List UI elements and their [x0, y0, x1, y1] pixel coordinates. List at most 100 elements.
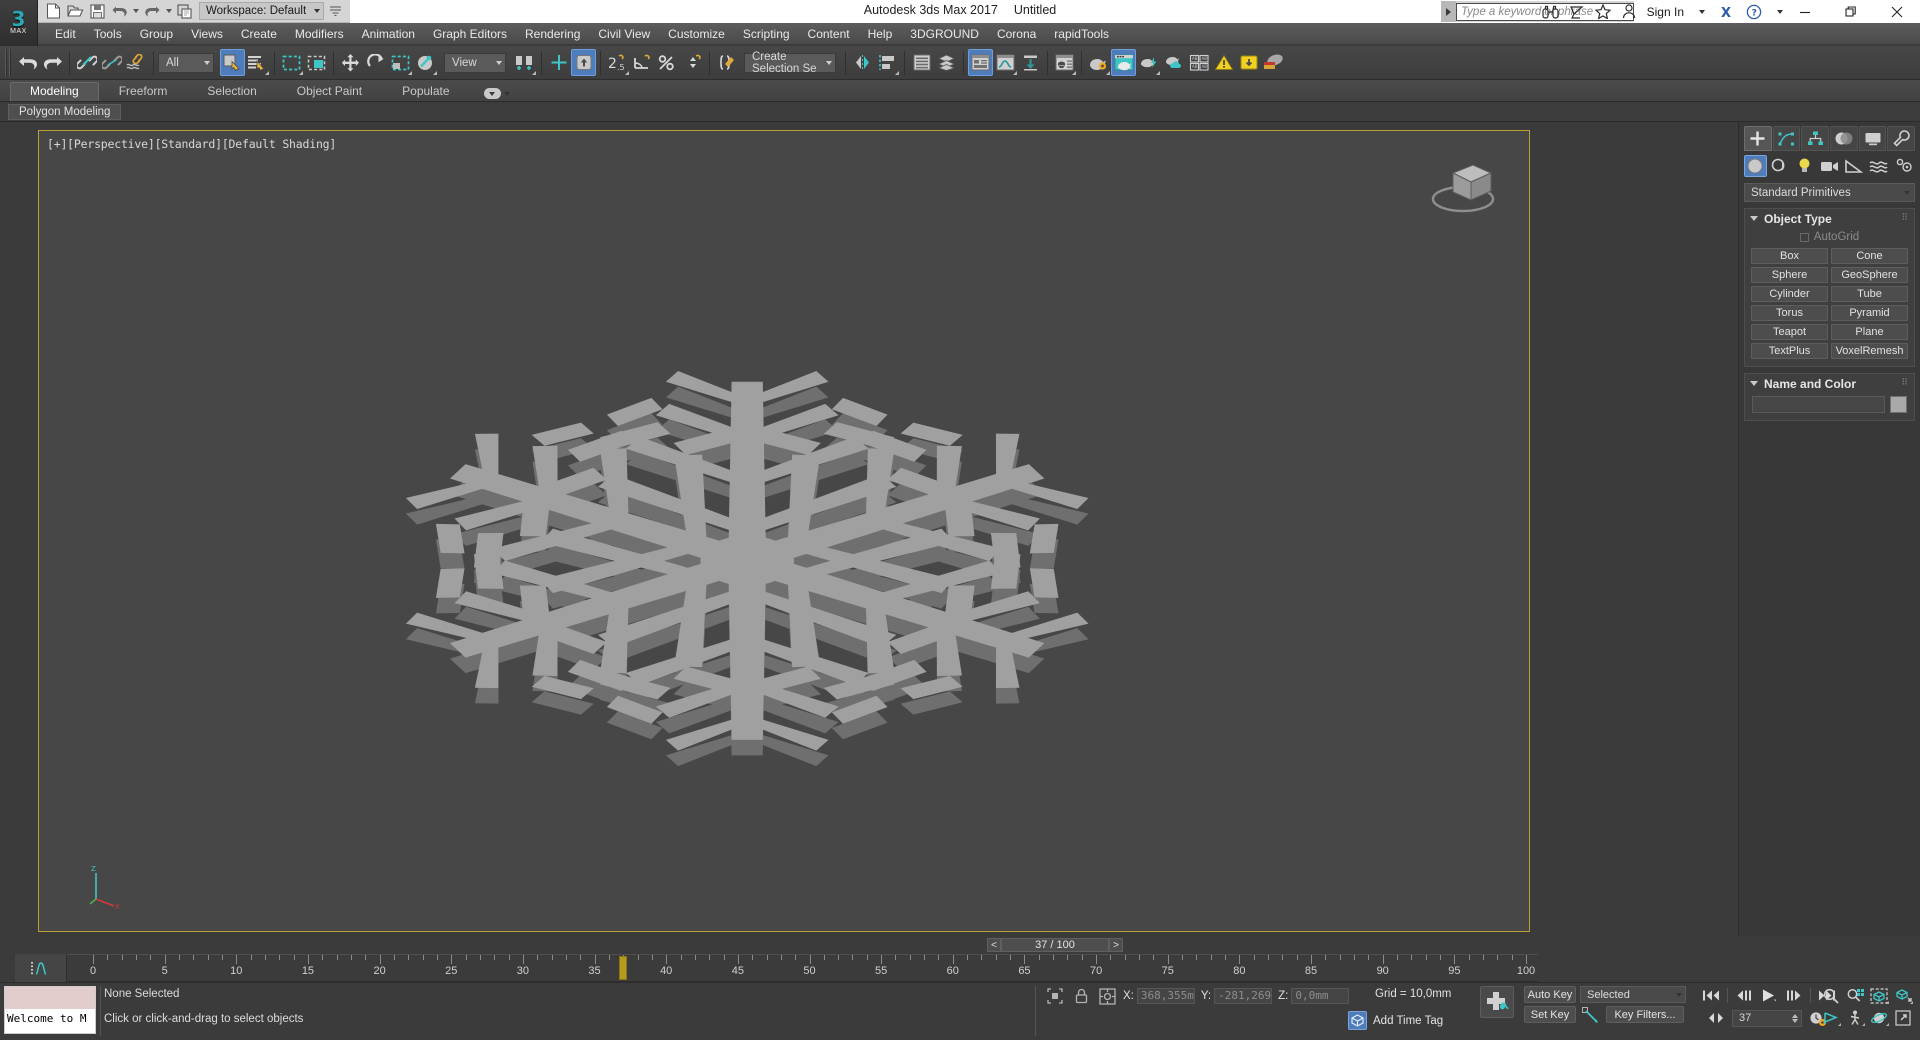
- walk-through-icon[interactable]: [1844, 1009, 1866, 1027]
- align-button[interactable]: [875, 49, 900, 76]
- create-textplus-button[interactable]: TextPlus: [1751, 343, 1828, 359]
- qat-overflow-icon[interactable]: [324, 1, 346, 21]
- save-file-icon[interactable]: [86, 1, 108, 21]
- menu-customize[interactable]: Customize: [659, 25, 734, 43]
- exchange-app-icon[interactable]: X: [1716, 1, 1740, 22]
- rectangular-selection-region-button[interactable]: [279, 49, 304, 76]
- coord-z-field[interactable]: Z: 0,0mm: [1278, 988, 1350, 1004]
- geometry-category-button[interactable]: [1744, 155, 1767, 177]
- percent-snap-toggle-button[interactable]: [655, 49, 680, 76]
- select-and-place-button[interactable]: [413, 49, 438, 76]
- select-and-rotate-button[interactable]: [363, 49, 388, 76]
- selection-filter-combo[interactable]: All: [158, 52, 214, 73]
- satellite-dish-icon[interactable]: [1565, 1, 1589, 22]
- snap-toggle-25-button[interactable]: 2.5: [605, 49, 630, 76]
- material-editor-button[interactable]: [1052, 49, 1077, 76]
- menu-views[interactable]: Views: [182, 25, 232, 43]
- tab-motion[interactable]: [1830, 126, 1858, 151]
- field-of-view-icon[interactable]: [1820, 1009, 1842, 1027]
- create-sphere-button[interactable]: Sphere: [1751, 267, 1828, 283]
- object-name-input[interactable]: [1752, 396, 1885, 413]
- render-in-cloud-button[interactable]: [1161, 49, 1186, 76]
- menu-animation[interactable]: Animation: [353, 25, 424, 43]
- time-tag-icon[interactable]: [1348, 1011, 1367, 1030]
- schematic-view-button[interactable]: [1018, 49, 1043, 76]
- lights-category-button[interactable]: [1794, 155, 1817, 177]
- render-production-button[interactable]: [1136, 49, 1161, 76]
- listener-output-pane[interactable]: [5, 987, 95, 1009]
- create-geosphere-button[interactable]: GeoSphere: [1831, 267, 1908, 283]
- coord-x-value[interactable]: 368,355mm: [1136, 988, 1195, 1004]
- open-mini-curve-editor-button[interactable]: [15, 954, 67, 982]
- redo-dropdown-icon[interactable]: [163, 1, 174, 21]
- curve-editor-button[interactable]: [993, 49, 1018, 76]
- space-warps-category-button[interactable]: [1868, 155, 1891, 177]
- view-cube[interactable]: [1427, 149, 1507, 219]
- new-file-icon[interactable]: [42, 1, 64, 21]
- selection-lock-toggle-icon[interactable]: [1071, 987, 1091, 1005]
- zoom-extents-all-icon[interactable]: [1892, 987, 1914, 1005]
- application-menu-button[interactable]: 3 MAX: [0, 0, 38, 46]
- play-animation-button[interactable]: [1758, 987, 1780, 1004]
- create-box-button[interactable]: Box: [1751, 248, 1828, 264]
- orbit-icon[interactable]: [1868, 1009, 1890, 1027]
- auto-key-button[interactable]: Auto Key: [1524, 986, 1576, 1003]
- rollout-name-and-color-header[interactable]: Name and Color ⠿: [1745, 374, 1914, 393]
- menu-corona[interactable]: Corona: [988, 25, 1045, 43]
- menu-group[interactable]: Group: [131, 25, 182, 43]
- set-keys-button[interactable]: [1480, 986, 1514, 1018]
- star-favorite-icon[interactable]: [1591, 1, 1615, 22]
- unlink-selection-button[interactable]: [99, 49, 124, 76]
- workspace-selector[interactable]: Workspace: Default: [199, 2, 325, 20]
- select-object-button[interactable]: [220, 49, 245, 76]
- cameras-category-button[interactable]: [1818, 155, 1841, 177]
- frame-ruler[interactable]: 0 5 10 15 20 25 30 35 40 45 50 55 60 65 70 75 80 85 90 95 10…: [67, 954, 1538, 982]
- current-frame-input[interactable]: 37: [1732, 1009, 1802, 1027]
- go-to-start-button[interactable]: [1700, 987, 1722, 1004]
- coord-y-field[interactable]: Y: -281,269mm: [1201, 988, 1273, 1004]
- sign-in-dropdown-icon[interactable]: [1690, 1, 1714, 22]
- menu-tools[interactable]: Tools: [85, 25, 131, 43]
- menu-modifiers[interactable]: Modifiers: [286, 25, 353, 43]
- ribbon-tab-freeform[interactable]: Freeform: [99, 82, 188, 101]
- time-slider-handle[interactable]: 37 / 100: [1001, 938, 1109, 952]
- redo-icon[interactable]: [141, 1, 163, 21]
- create-tube-button[interactable]: Tube: [1831, 286, 1908, 302]
- zoom-extents-icon[interactable]: [1868, 987, 1890, 1005]
- spinner-snap-toggle-button[interactable]: [680, 49, 705, 76]
- perspective-viewport[interactable]: [+][Perspective][Standard][Default Shadi…: [38, 130, 1530, 932]
- coord-x-field[interactable]: X: 368,355mm: [1123, 988, 1195, 1004]
- render-setup-button[interactable]: [1086, 49, 1111, 76]
- systems-category-button[interactable]: [1892, 155, 1915, 177]
- create-plane-button[interactable]: Plane: [1831, 324, 1908, 340]
- menu-edit[interactable]: Edit: [46, 25, 85, 43]
- menu-rendering[interactable]: Rendering: [516, 25, 589, 43]
- key-filters-button[interactable]: Key Filters...: [1606, 1006, 1684, 1023]
- use-pivot-center-button[interactable]: [512, 49, 537, 76]
- ribbon-tab-object-paint[interactable]: Object Paint: [277, 82, 382, 101]
- undo-dropdown-icon[interactable]: [130, 1, 141, 21]
- binoculars-icon[interactable]: [1539, 1, 1563, 22]
- coord-z-value[interactable]: 0,0mm: [1291, 988, 1350, 1004]
- tab-display[interactable]: [1858, 126, 1887, 151]
- tab-utilities[interactable]: [1887, 126, 1916, 151]
- ribbon-tab-populate[interactable]: Populate: [382, 82, 469, 101]
- menu-help[interactable]: Help: [859, 25, 902, 43]
- create-cylinder-button[interactable]: Cylinder: [1751, 286, 1828, 302]
- frame-spinner[interactable]: [1792, 1013, 1798, 1023]
- previous-frame-button[interactable]: [1733, 987, 1755, 1004]
- close-button[interactable]: [1874, 0, 1920, 23]
- select-and-manipulate-button[interactable]: [546, 49, 571, 76]
- next-frame-button-playback[interactable]: [1783, 987, 1805, 1004]
- menu-create[interactable]: Create: [232, 25, 286, 43]
- sign-in-link[interactable]: Sign In: [1643, 5, 1688, 19]
- select-and-scale-button[interactable]: [388, 49, 413, 76]
- zoom-icon[interactable]: [1820, 987, 1842, 1005]
- select-by-name-button[interactable]: [245, 49, 270, 76]
- coord-y-value[interactable]: -281,269mm: [1214, 988, 1273, 1004]
- redo-button[interactable]: [40, 49, 65, 76]
- manage-layers-button[interactable]: [934, 49, 959, 76]
- key-mode-combo[interactable]: Selected: [1580, 986, 1686, 1003]
- zoom-all-icon[interactable]: [1844, 987, 1866, 1005]
- rollout-object-type-header[interactable]: Object Type ⠿: [1745, 209, 1914, 228]
